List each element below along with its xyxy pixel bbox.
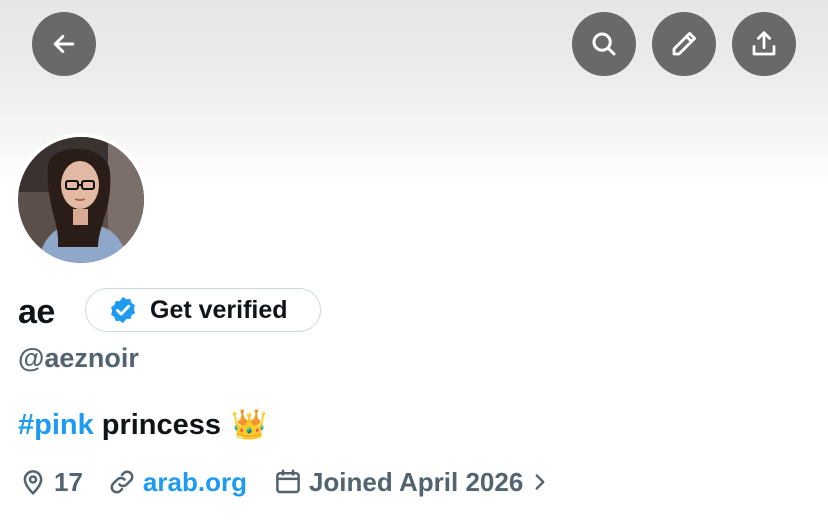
avatar-image	[18, 137, 144, 263]
profile-meta: 17 arab.org Joined April 2026	[18, 463, 553, 501]
search-button[interactable]	[572, 12, 636, 76]
arrow-left-icon	[53, 35, 75, 53]
calendar-icon	[273, 467, 303, 497]
get-verified-label: Get verified	[150, 295, 288, 324]
user-handle: @aeznoir	[18, 343, 139, 373]
get-verified-button[interactable]: Get verified	[85, 288, 321, 332]
website-link[interactable]: arab.org	[143, 467, 247, 498]
joined-date: Joined April 2026	[308, 466, 524, 497]
bio-hashtag-link[interactable]: #pink	[18, 409, 94, 442]
location-pin-icon	[18, 467, 48, 497]
edit-button[interactable]	[652, 12, 716, 76]
avatar[interactable]	[14, 133, 148, 267]
verified-badge-icon	[111, 296, 136, 324]
display-name: ae	[18, 293, 55, 331]
chevron-right-icon[interactable]	[527, 469, 553, 495]
bio-text: princess	[101, 408, 222, 441]
share-button[interactable]	[732, 12, 796, 76]
link-icon	[107, 467, 137, 497]
share-icon	[752, 31, 776, 56]
bio: #pink princess 👑	[18, 408, 267, 442]
location-text: 17	[54, 466, 83, 497]
crown-emoji: 👑	[231, 409, 268, 441]
pencil-icon	[672, 32, 696, 56]
back-button[interactable]	[32, 12, 96, 76]
search-icon	[592, 32, 616, 56]
